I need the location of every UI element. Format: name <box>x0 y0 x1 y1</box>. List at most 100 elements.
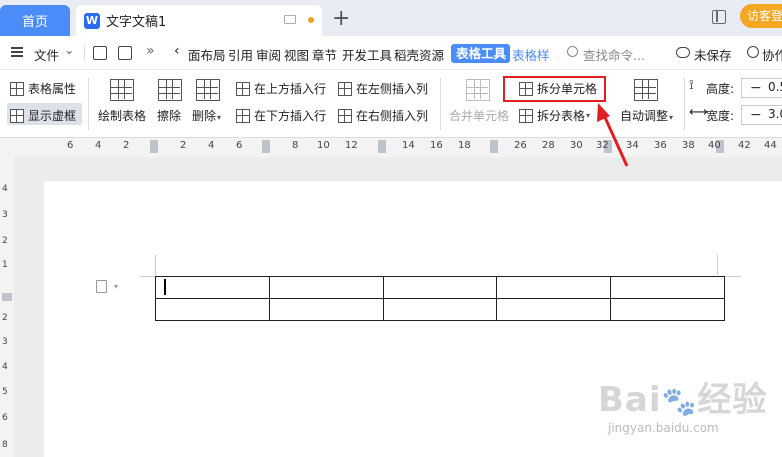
table-cell[interactable] <box>268 298 384 321</box>
table-cell[interactable] <box>382 298 498 321</box>
chevron-down-icon[interactable]: ▾ <box>114 282 118 291</box>
ruler-tick: 30 <box>570 140 583 151</box>
auto-fit-icon[interactable] <box>634 79 658 101</box>
menu-icon[interactable] <box>11 47 23 57</box>
save-icon[interactable] <box>93 46 107 60</box>
table-cell[interactable] <box>268 276 384 299</box>
ruler-tick: 2 <box>2 313 8 323</box>
row-height-icon: ⟟ <box>689 78 694 93</box>
collaborate-button[interactable]: 协作 <box>762 45 782 64</box>
horizontal-ruler[interactable]: 6 4 2 2 4 6 8 10 12 14 16 18 26 28 30 32… <box>0 138 782 157</box>
more-icon[interactable]: » <box>146 43 155 59</box>
ruler-indent-marker[interactable] <box>262 140 270 153</box>
ruler-tick: 4 <box>2 362 8 372</box>
split-cells-highlight <box>503 76 606 102</box>
ruler-margin-marker[interactable] <box>2 293 12 301</box>
table-cell[interactable] <box>382 276 498 299</box>
table-properties-button[interactable]: 表格属性 <box>10 80 76 97</box>
show-gridlines-label: 显示虚框 <box>28 109 77 123</box>
search-icon[interactable] <box>567 46 578 57</box>
ruler-column-marker[interactable] <box>378 140 386 153</box>
insert-col-left-button[interactable]: 在左侧插入列 <box>338 80 428 97</box>
merge-cells-button[interactable]: 合并单元格 <box>449 107 509 124</box>
vertical-ruler[interactable]: 4 3 2 1 2 3 4 5 6 8 <box>0 157 14 457</box>
ruler-indent-marker[interactable] <box>150 140 158 153</box>
table-cell[interactable] <box>155 276 270 299</box>
watermark-url: jingyan.baidu.com <box>608 421 719 435</box>
ruler-tick: 28 <box>542 140 555 151</box>
table-cell[interactable] <box>496 298 612 321</box>
guest-login-button[interactable]: 访客登 <box>740 4 782 28</box>
chevron-down-icon[interactable]: ⌄ <box>64 42 74 57</box>
document-table[interactable] <box>155 276 725 321</box>
tab-document[interactable]: W 文字文稿1 <box>76 5 322 36</box>
table-cell[interactable] <box>610 298 725 321</box>
height-value[interactable]: 0.5 <box>768 80 782 94</box>
monitor-icon[interactable] <box>284 15 296 24</box>
ruler-column-marker[interactable] <box>490 140 498 153</box>
insert-row-above-icon <box>236 81 250 96</box>
insert-row-below-button[interactable]: 在下方插入行 <box>236 107 326 124</box>
menu-tab-table-style[interactable]: 表格样 <box>512 45 550 64</box>
new-tab-button[interactable]: + <box>332 6 350 31</box>
divider <box>440 78 441 130</box>
insert-row-below-icon <box>236 108 250 123</box>
paragraph-handle-icon[interactable] <box>96 280 107 293</box>
ruler-tick: 34 <box>626 140 639 151</box>
delete-table-icon[interactable] <box>196 79 220 101</box>
insert-col-right-button[interactable]: 在右侧插入列 <box>338 107 428 124</box>
ruler-tick: 18 <box>458 140 471 151</box>
menu-tab-table-tools[interactable]: 表格工具 <box>451 44 510 63</box>
menu-tab-view[interactable]: 视图 <box>284 45 309 64</box>
ruler-tick: 6 <box>236 140 243 151</box>
table-cell[interactable] <box>610 276 725 299</box>
window-layout-icon[interactable] <box>712 10 726 24</box>
eraser-icon[interactable] <box>158 79 182 101</box>
auto-fit-button[interactable]: 自动调整▾ <box>620 107 673 124</box>
height-label: 高度: <box>706 82 735 96</box>
show-gridlines-button[interactable]: 显示虚框 <box>10 107 76 124</box>
menu-tab-developer[interactable]: 开发工具 <box>342 45 392 64</box>
menu-tab-chapter[interactable]: 章节 <box>312 45 337 64</box>
scroll-left-icon[interactable]: ‹ <box>174 43 180 59</box>
height-decrement[interactable]: − <box>750 80 762 96</box>
insert-row-above-label: 在上方插入行 <box>254 82 327 96</box>
insert-row-above-button[interactable]: 在上方插入行 <box>236 80 326 97</box>
split-table-button[interactable]: 拆分表格 ▾ <box>519 107 590 124</box>
ruler-tick: 10 <box>317 140 330 151</box>
width-decrement[interactable]: − <box>750 107 762 123</box>
ruler-tick: 36 <box>654 140 667 151</box>
menu-tab-docer[interactable]: 稻壳资源 <box>394 45 444 64</box>
ruler-tick: 2 <box>180 140 187 151</box>
table-row <box>155 298 725 321</box>
file-menu[interactable]: 文件 <box>34 45 59 64</box>
ruler-tick: 6 <box>67 140 74 151</box>
tab-home[interactable]: 首页 <box>0 5 70 36</box>
margin-mark <box>717 255 718 275</box>
split-table-label: 拆分表格 <box>537 109 586 123</box>
unsaved-dot-icon <box>308 17 314 23</box>
ruler-tick: 16 <box>430 140 443 151</box>
col-width-icon: ⟷ <box>689 105 708 120</box>
table-cell[interactable] <box>155 298 270 321</box>
ruler-tick: 40 <box>708 140 721 151</box>
draw-table-icon[interactable] <box>110 79 134 101</box>
export-icon[interactable] <box>118 46 132 60</box>
menu-tab-references[interactable]: 引用 <box>228 45 253 64</box>
divider <box>684 78 685 130</box>
erase-button[interactable]: 擦除 <box>157 107 181 124</box>
draw-table-button[interactable]: 绘制表格 <box>98 107 146 124</box>
menu-tab-page-layout[interactable]: 面布局 <box>188 45 226 64</box>
merge-cells-icon[interactable] <box>466 79 490 101</box>
menu-tab-review[interactable]: 审阅 <box>256 45 281 64</box>
ruler-tick: 4 <box>95 140 102 151</box>
ruler-tick: 3 <box>2 337 8 347</box>
unsaved-status[interactable]: 未保存 <box>694 45 732 64</box>
ruler-tick: 42 <box>738 140 751 151</box>
delete-button[interactable]: 删除▾ <box>192 107 221 124</box>
command-search[interactable]: 查找命令... <box>583 45 645 64</box>
ruler-tick: 5 <box>2 387 8 397</box>
table-cell[interactable] <box>496 276 612 299</box>
insert-col-left-label: 在左侧插入列 <box>356 82 429 96</box>
width-value[interactable]: 3.0 <box>768 107 782 121</box>
